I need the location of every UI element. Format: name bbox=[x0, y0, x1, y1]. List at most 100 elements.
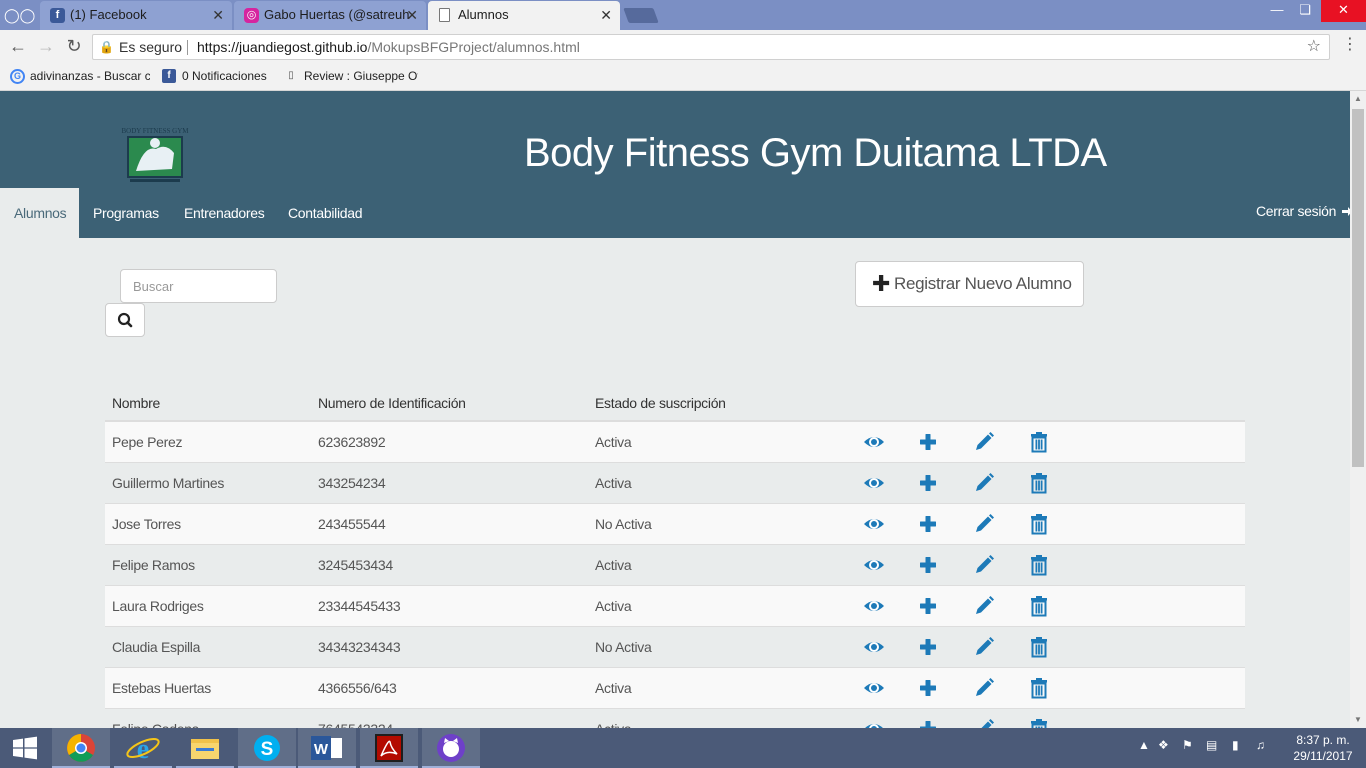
battery-icon[interactable]: ▮ bbox=[1232, 738, 1239, 752]
cell-estado: Activa bbox=[595, 598, 632, 614]
add-icon[interactable] bbox=[917, 677, 939, 699]
reload-icon[interactable]: ↻ bbox=[62, 35, 86, 59]
cell-nombre: Felipe Ramos bbox=[112, 557, 195, 573]
taskbar-file-explorer[interactable] bbox=[176, 728, 234, 768]
add-icon[interactable] bbox=[917, 554, 939, 576]
edit-icon[interactable] bbox=[973, 595, 995, 617]
scroll-thumb[interactable] bbox=[1352, 109, 1364, 467]
edit-icon[interactable] bbox=[973, 431, 995, 453]
table-row: Estebas Huertas 4366556/643 Activa bbox=[105, 668, 1245, 709]
secure-label: Es seguro bbox=[119, 39, 183, 55]
bookmark-review[interactable]: ▯ Review : Giuseppe Ot bbox=[282, 63, 418, 90]
bookmark-notificaciones[interactable]: f 0 Notificaciones bbox=[160, 63, 278, 90]
add-icon[interactable] bbox=[917, 472, 939, 494]
delete-icon[interactable] bbox=[1028, 472, 1050, 494]
volume-icon[interactable]: ♫ bbox=[1256, 738, 1265, 752]
delete-icon[interactable] bbox=[1028, 513, 1050, 535]
delete-icon[interactable] bbox=[1028, 431, 1050, 453]
tab-facebook[interactable]: f (1) Facebook ✕ bbox=[40, 1, 232, 30]
back-icon[interactable]: ← bbox=[6, 35, 30, 59]
window-close-icon[interactable]: ✕ bbox=[1321, 0, 1366, 22]
taskbar-internet-explorer[interactable]: e bbox=[114, 728, 172, 768]
skype-icon: S bbox=[254, 735, 280, 761]
taskbar-acrobat[interactable] bbox=[360, 728, 418, 768]
nav-entrenadores[interactable]: Entrenadores bbox=[170, 188, 278, 238]
taskbar-word[interactable]: W bbox=[298, 728, 356, 768]
page-icon bbox=[439, 8, 450, 22]
table-row: Guillermo Martines 343254234 Activa bbox=[105, 463, 1245, 504]
search-icon bbox=[117, 312, 133, 328]
nav-programas[interactable]: Programas bbox=[79, 188, 173, 238]
close-tab-icon[interactable]: ✕ bbox=[212, 1, 224, 29]
view-icon[interactable] bbox=[863, 595, 885, 617]
view-icon[interactable] bbox=[863, 513, 885, 535]
tab-alumnos[interactable]: Alumnos ✕ bbox=[428, 1, 620, 30]
edit-icon[interactable] bbox=[973, 718, 995, 728]
delete-icon[interactable] bbox=[1028, 595, 1050, 617]
bookmark-google[interactable]: G adivinanzas - Buscar c bbox=[8, 63, 150, 90]
acrobat-icon bbox=[375, 734, 403, 762]
taskbar-clock[interactable]: 8:37 p. m. 29/11/2017 bbox=[1283, 732, 1363, 764]
view-icon[interactable] bbox=[863, 718, 885, 728]
search-input[interactable] bbox=[120, 269, 277, 303]
register-student-button[interactable]: ✚ Registrar Nuevo Alumno bbox=[855, 261, 1084, 307]
scroll-up-icon[interactable]: ▲ bbox=[1350, 91, 1366, 107]
view-icon[interactable] bbox=[863, 472, 885, 494]
search-button[interactable] bbox=[105, 303, 145, 337]
cell-identificacion: 7645543324 bbox=[318, 721, 393, 728]
minimize-icon[interactable]: — bbox=[1262, 0, 1292, 22]
edit-icon[interactable] bbox=[973, 554, 995, 576]
view-icon[interactable] bbox=[863, 554, 885, 576]
add-icon[interactable] bbox=[917, 636, 939, 658]
nav-contabilidad[interactable]: Contabilidad bbox=[274, 188, 376, 238]
browser-menu-icon[interactable]: ⋮ bbox=[1340, 34, 1360, 58]
windows-start-button[interactable] bbox=[0, 728, 50, 768]
header-identificacion: Numero de Identificación bbox=[318, 395, 466, 411]
address-bar[interactable]: 🔒 Es seguro https://juandiegost.github.i… bbox=[92, 34, 1330, 60]
tray-chevron-icon[interactable]: ▲ bbox=[1138, 738, 1150, 752]
add-icon[interactable] bbox=[917, 513, 939, 535]
google-icon: G bbox=[10, 69, 25, 84]
site-title: Body Fitness Gym Duitama LTDA bbox=[524, 131, 1107, 175]
view-icon[interactable] bbox=[863, 677, 885, 699]
scroll-down-icon[interactable]: ▼ bbox=[1350, 712, 1366, 728]
close-tab-icon[interactable]: ✕ bbox=[600, 1, 612, 29]
internet-explorer-icon: e bbox=[126, 734, 160, 765]
delete-icon[interactable] bbox=[1028, 554, 1050, 576]
gym-logo: BODY FITNESS GYM bbox=[121, 127, 189, 182]
lock-icon: 🔒 bbox=[99, 40, 114, 54]
tab-instagram[interactable]: ◎ Gabo Huertas (@satreuh ✕ bbox=[234, 1, 426, 30]
delete-icon[interactable] bbox=[1028, 636, 1050, 658]
svg-text:S: S bbox=[261, 739, 274, 760]
delete-icon[interactable] bbox=[1028, 677, 1050, 699]
view-icon[interactable] bbox=[863, 636, 885, 658]
taskbar-github-desktop[interactable] bbox=[422, 728, 480, 768]
cell-identificacion: 623623892 bbox=[318, 434, 386, 450]
new-tab-button[interactable] bbox=[623, 8, 659, 23]
network-icon[interactable]: ▤ bbox=[1206, 738, 1217, 752]
close-tab-icon[interactable]: ✕ bbox=[406, 1, 418, 29]
add-icon[interactable] bbox=[917, 718, 939, 728]
flag-icon[interactable]: ⚑ bbox=[1182, 738, 1193, 752]
edit-icon[interactable] bbox=[973, 677, 995, 699]
edit-icon[interactable] bbox=[973, 513, 995, 535]
add-icon[interactable] bbox=[917, 431, 939, 453]
page-scrollbar[interactable]: ▲ ▼ bbox=[1350, 91, 1366, 728]
delete-icon[interactable] bbox=[1028, 718, 1050, 728]
cell-identificacion: 243455544 bbox=[318, 516, 386, 532]
bookmark-star-icon[interactable]: ☆ bbox=[1307, 35, 1321, 59]
logout-button[interactable]: Cerrar sesión bbox=[1256, 188, 1350, 238]
taskbar-skype[interactable]: S bbox=[238, 728, 296, 768]
table-row: Pepe Perez 623623892 Activa bbox=[105, 422, 1245, 463]
cell-estado: Activa bbox=[595, 434, 632, 450]
cell-identificacion: 3245453434 bbox=[318, 557, 393, 573]
edit-icon[interactable] bbox=[973, 472, 995, 494]
maximize-icon[interactable]: ❏ bbox=[1290, 0, 1320, 22]
add-icon[interactable] bbox=[917, 595, 939, 617]
view-icon[interactable] bbox=[863, 431, 885, 453]
edit-icon[interactable] bbox=[973, 636, 995, 658]
nav-alumnos[interactable]: Alumnos bbox=[0, 188, 79, 238]
taskbar-chrome[interactable] bbox=[52, 728, 110, 768]
dropbox-icon[interactable]: ❖ bbox=[1158, 738, 1169, 752]
forward-icon[interactable]: → bbox=[34, 35, 58, 59]
